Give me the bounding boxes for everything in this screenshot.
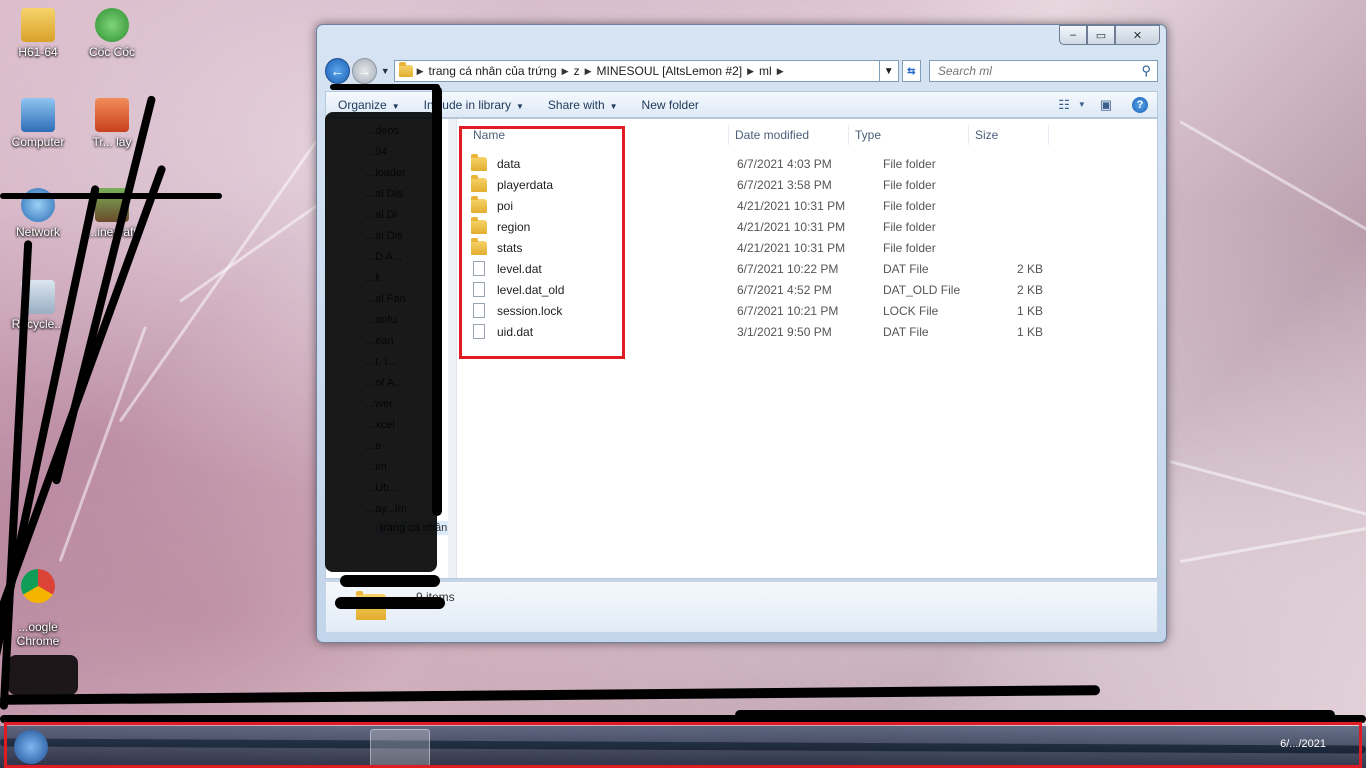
help-icon: ?: [1132, 96, 1148, 113]
file-type: LOCK File: [883, 303, 939, 318]
recent-pages-dropdown[interactable]: ▼: [381, 66, 390, 76]
details-pane: 9 items: [325, 581, 1158, 633]
computer-icon: [21, 98, 55, 132]
explorer-content: ...deos...04...loader...al Dis...al Di..…: [325, 118, 1158, 579]
user-folder-icon: [21, 8, 55, 42]
navigation-bar: ← → ▼ ▶ trang cá nhân của trứng ▶ z ▶ MI…: [325, 57, 1158, 85]
search-icon[interactable]: ⚲: [1141, 63, 1151, 79]
highlight-box-files: [459, 126, 625, 359]
search-input[interactable]: [935, 63, 1142, 79]
highlight-box-taskbar: [4, 722, 1362, 768]
view-controls: ☷ ▼ ▣ ?: [1055, 95, 1157, 115]
minimize-button[interactable]: ‒: [1059, 25, 1087, 45]
breadcrumb-z[interactable]: z: [574, 64, 580, 78]
file-type: DAT_OLD File: [883, 282, 961, 297]
close-button[interactable]: ✕: [1115, 25, 1160, 45]
breadcrumb-ml[interactable]: ml: [759, 64, 772, 78]
back-button[interactable]: ←: [325, 58, 350, 84]
refresh-button[interactable]: ⇆: [901, 60, 921, 82]
explorer-window: ‒ ▭ ✕ ← → ▼ ▶ trang cá nhân của trứng ▶ …: [316, 24, 1167, 643]
desktop-icon-h61[interactable]: H61-64: [0, 8, 76, 59]
preview-pane-button[interactable]: ▣: [1094, 95, 1118, 115]
chevron-down-icon: ▼: [391, 101, 400, 111]
refresh-icon: ⇆: [907, 65, 916, 77]
chevron-right-icon[interactable]: ▶: [747, 66, 754, 77]
forward-button[interactable]: →: [351, 58, 377, 84]
chrome-icon: [21, 569, 55, 603]
file-date-modified: 4/21/2021 10:31 PM: [737, 240, 846, 255]
desktop-icon-computer[interactable]: Computer: [0, 98, 76, 149]
arrow-left-icon: ←: [330, 63, 345, 79]
navigation-pane-scrollbar[interactable]: [448, 119, 456, 578]
file-date-modified: 6/7/2021 4:03 PM: [737, 156, 832, 171]
change-view-button[interactable]: ☷ ▼: [1058, 95, 1086, 115]
chevron-right-icon[interactable]: ▶: [777, 66, 784, 77]
desktop-icon-coccoc[interactable]: Cốc Cốc: [74, 8, 150, 59]
file-type: File folder: [883, 240, 936, 255]
new-folder-button[interactable]: New folder: [630, 98, 711, 112]
organize-menu[interactable]: Organize ▼: [326, 98, 412, 112]
chevron-right-icon[interactable]: ▶: [562, 66, 569, 77]
file-date-modified: 6/7/2021 3:58 PM: [737, 177, 832, 192]
file-type: File folder: [883, 198, 936, 213]
chevron-down-icon: ▼: [516, 101, 524, 111]
coccoc-browser-icon: [95, 8, 129, 42]
file-size: 1 KB: [1016, 324, 1043, 339]
chevron-right-icon[interactable]: ▶: [417, 66, 424, 77]
command-bar: Organize ▼ Include in library ▼ Share with…: [325, 91, 1158, 118]
maximize-button[interactable]: ▭: [1087, 25, 1115, 45]
file-size: 2 KB: [1016, 261, 1043, 276]
file-type: DAT File: [883, 324, 929, 339]
file-type: File folder: [883, 156, 936, 171]
share-with-menu[interactable]: Share with ▼: [536, 98, 630, 112]
app-icon: [95, 98, 129, 132]
file-type: File folder: [883, 219, 936, 234]
chevron-down-icon: ▼: [883, 65, 894, 77]
breadcrumb-minesoul[interactable]: MINESOUL [AltsLemon #2]: [597, 64, 743, 78]
search-box[interactable]: ⚲: [928, 60, 1158, 82]
help-button[interactable]: ?: [1128, 95, 1152, 115]
file-date-modified: 3/1/2021 9:50 PM: [737, 324, 832, 339]
column-header-date[interactable]: Date modified: [729, 125, 849, 145]
address-dropdown-button[interactable]: ▼: [879, 60, 899, 82]
preview-pane-icon: ▣: [1099, 96, 1113, 112]
file-date-modified: 6/7/2021 10:21 PM: [737, 303, 839, 318]
include-in-library-menu[interactable]: Include in library ▼: [412, 98, 536, 112]
address-bar[interactable]: ▶ trang cá nhân của trứng ▶ z ▶ MINESOUL…: [393, 60, 880, 82]
file-date-modified: 4/21/2021 10:31 PM: [737, 198, 846, 213]
breadcrumb-user[interactable]: trang cá nhân của trứng: [429, 64, 557, 78]
file-date-modified: 6/7/2021 4:52 PM: [737, 282, 832, 297]
file-size: 2 KB: [1016, 282, 1043, 297]
folder-icon: [398, 62, 413, 77]
file-date-modified: 4/21/2021 10:31 PM: [737, 219, 846, 234]
view-list-icon: ☷: [1058, 96, 1070, 112]
chevron-down-icon: ▼: [609, 101, 618, 111]
column-header-size[interactable]: Size: [969, 125, 1049, 145]
arrow-right-icon: →: [357, 63, 372, 79]
file-size: 1 KB: [1016, 303, 1043, 318]
column-header-type[interactable]: Type: [849, 125, 969, 145]
file-type: DAT File: [883, 261, 929, 276]
chevron-down-icon: ▼: [1077, 100, 1086, 109]
chevron-right-icon[interactable]: ▶: [585, 66, 592, 77]
caption-buttons: ‒ ▭ ✕: [1059, 25, 1160, 45]
file-date-modified: 6/7/2021 10:22 PM: [737, 261, 839, 276]
file-type: File folder: [883, 177, 936, 192]
